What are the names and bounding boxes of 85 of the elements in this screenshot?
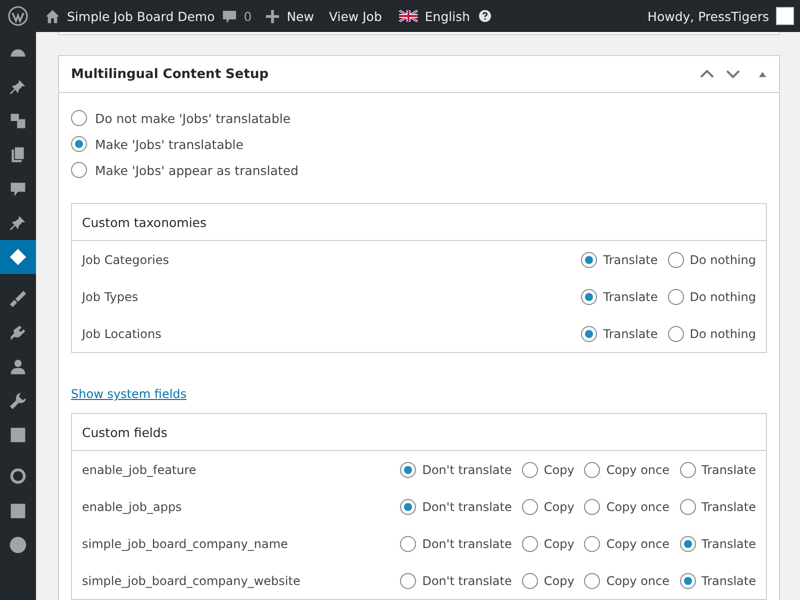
home-icon[interactable]: [45, 8, 60, 24]
show-system-fields-link[interactable]: Show system fields: [71, 387, 187, 401]
comment-icon[interactable]: [222, 8, 237, 24]
radio-button[interactable]: [522, 572, 538, 588]
plus-icon[interactable]: [264, 8, 280, 24]
radio-label: Translate: [702, 574, 756, 588]
radio-label: Make 'Jobs' translatable: [95, 136, 244, 152]
radio-label: Copy once: [606, 462, 670, 476]
radio-label: Copy once: [606, 536, 670, 550]
radio-label: Translate: [603, 252, 658, 266]
radio-button[interactable]: [680, 462, 696, 478]
radio-label: Make 'Jobs' appear as translated: [95, 162, 298, 178]
row-label: Job Locations: [82, 326, 162, 340]
radio-button[interactable]: [668, 288, 684, 304]
wordpress-logo-icon[interactable]: [8, 6, 28, 26]
radio-button[interactable]: [584, 462, 600, 478]
radio-button[interactable]: [581, 288, 598, 304]
radio-button[interactable]: [581, 326, 598, 342]
radio-label: Translate: [702, 536, 756, 550]
pushpin-icon: [9, 78, 27, 96]
radio-label: Copy once: [606, 500, 670, 514]
radio-button[interactable]: [71, 136, 87, 152]
radio-button[interactable]: [71, 110, 87, 126]
help-icon[interactable]: [479, 10, 492, 22]
row-label: simple_job_board_company_name: [82, 536, 288, 550]
radio-button[interactable]: [400, 498, 416, 514]
comment-icon: [9, 180, 27, 198]
radio-button[interactable]: [584, 536, 600, 552]
sidebar-item[interactable]: [0, 240, 36, 274]
pages-icon: [9, 146, 27, 164]
comment-count: 0: [244, 8, 252, 24]
view-job-link[interactable]: View Job: [328, 8, 382, 24]
radio-button[interactable]: [668, 326, 684, 342]
site-name-link[interactable]: Simple Job Board Demo: [67, 8, 215, 24]
language-link[interactable]: English: [424, 8, 470, 24]
plug-icon: [9, 324, 27, 342]
radio-label: Do nothing: [690, 252, 756, 266]
radio-button[interactable]: [400, 462, 416, 478]
radio-label: Copy: [544, 574, 574, 588]
radio-label: Translate: [603, 326, 658, 340]
radio-label: Copy: [544, 500, 574, 514]
radio-button[interactable]: [71, 162, 87, 178]
row-label: Job Categories: [82, 252, 169, 266]
collapse-icon[interactable]: [758, 70, 767, 78]
row-label: enable_job_apps: [82, 500, 182, 514]
move-up-icon[interactable]: [700, 69, 714, 79]
move-down-icon[interactable]: [726, 69, 740, 79]
radio-label: Don't translate: [422, 536, 512, 550]
radio-button[interactable]: [522, 498, 538, 514]
radio-label: Don't translate: [422, 500, 512, 514]
radio-button[interactable]: [400, 536, 416, 552]
uk-flag-icon: [398, 10, 418, 22]
radio-label: Copy once: [606, 574, 670, 588]
radio-button[interactable]: [680, 572, 696, 588]
radio-label: Do nothing: [690, 290, 756, 304]
greeting-link[interactable]: Howdy, PressTigers: [648, 8, 769, 24]
row-label: Job Types: [82, 290, 138, 304]
radio-label: Copy: [544, 536, 574, 550]
row-label: enable_job_feature: [82, 462, 196, 476]
radio-button[interactable]: [680, 498, 696, 514]
panel-title: Multilingual Content Setup: [71, 66, 269, 82]
paintbrush-icon: [9, 290, 27, 308]
row-label: simple_job_board_company_website: [82, 574, 300, 588]
radio-button[interactable]: [584, 572, 600, 588]
wrench-icon: [9, 392, 27, 410]
pushpin-icon: [9, 214, 27, 232]
radio-label: Don't translate: [422, 462, 512, 476]
radio-button[interactable]: [522, 462, 538, 478]
radio-button[interactable]: [584, 498, 600, 514]
table-heading: Custom fields: [72, 414, 766, 451]
radio-label: Translate: [702, 500, 756, 514]
radio-button[interactable]: [522, 536, 538, 552]
radio-label: Do not make 'Jobs' translatable: [95, 110, 291, 126]
radio-button[interactable]: [400, 572, 416, 588]
radio-label: Copy: [544, 462, 574, 476]
radio-button[interactable]: [581, 252, 598, 268]
table-heading: Custom taxonomies: [72, 204, 766, 241]
radio-button[interactable]: [668, 252, 684, 268]
user-icon: [9, 358, 27, 376]
radio-button[interactable]: [680, 536, 696, 552]
new-link[interactable]: New: [286, 8, 314, 24]
radio-label: Translate: [702, 462, 756, 476]
radio-label: Do nothing: [690, 326, 756, 340]
radio-label: Don't translate: [422, 574, 512, 588]
radio-label: Translate: [603, 290, 658, 304]
